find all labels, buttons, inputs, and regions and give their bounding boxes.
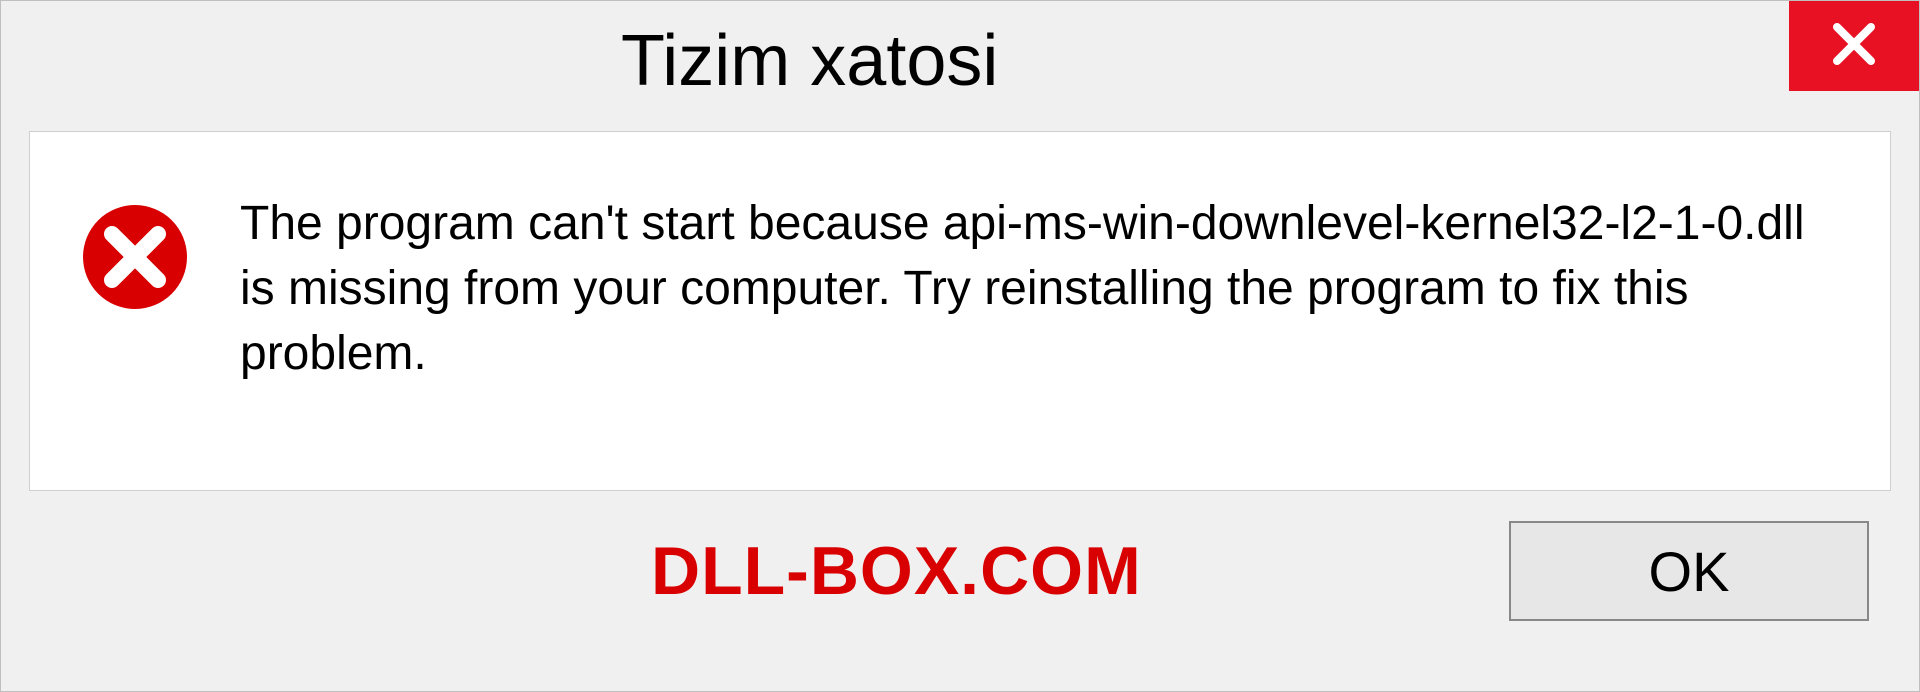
titlebar: Tizim xatosi [1, 1, 1919, 121]
footer: DLL-BOX.COM OK [1, 491, 1919, 621]
content-panel: The program can't start because api-ms-w… [29, 131, 1891, 491]
ok-button-label: OK [1649, 539, 1730, 604]
dialog-title: Tizim xatosi [621, 20, 998, 102]
close-icon [1829, 19, 1879, 74]
error-message: The program can't start because api-ms-w… [240, 192, 1840, 386]
error-icon [80, 202, 190, 312]
close-button[interactable] [1789, 1, 1919, 91]
watermark-text: DLL-BOX.COM [651, 532, 1142, 610]
ok-button[interactable]: OK [1509, 521, 1869, 621]
